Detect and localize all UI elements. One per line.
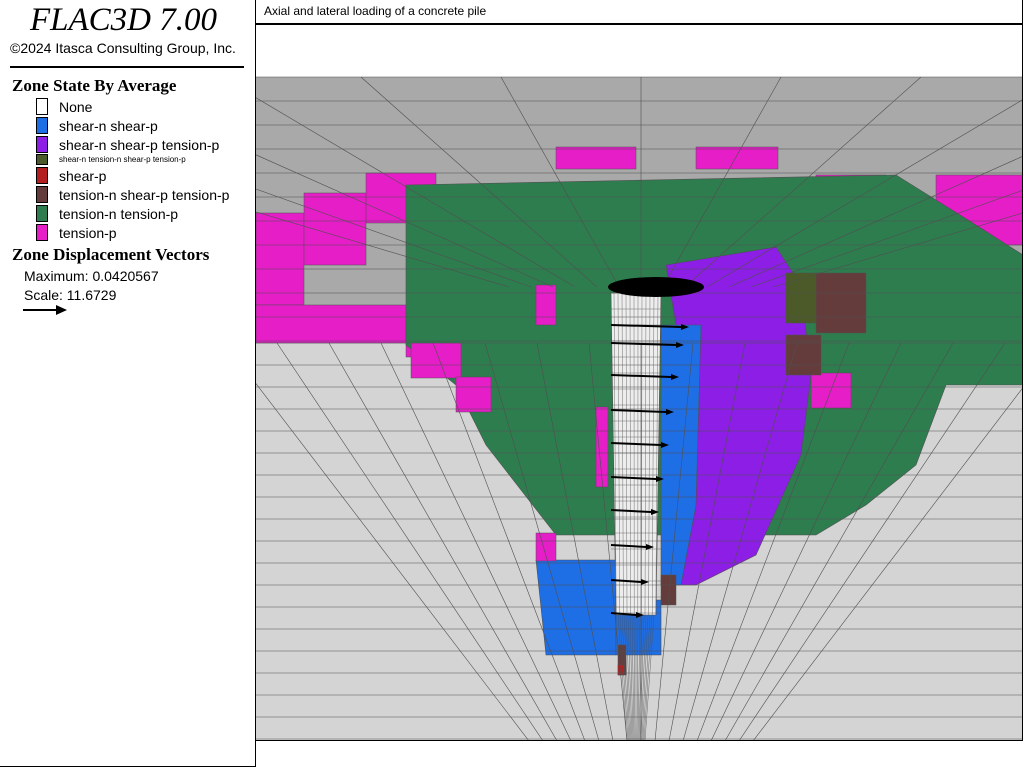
zone-region: [535, 559, 617, 656]
legend-swatch: [36, 167, 48, 184]
legend-item-label: tension-p: [59, 224, 117, 241]
legend-item-label: shear-n shear-p: [59, 117, 158, 134]
legend-item-label: tension-n shear-p tension-p: [59, 186, 230, 203]
zone-state-heading: Zone State By Average: [12, 76, 177, 95]
legend-item-shear-p: shear-p: [36, 166, 106, 185]
displacement-scale: Scale: 11.6729: [24, 287, 117, 303]
zone-cell: [695, 146, 779, 170]
legend-swatch: [36, 224, 48, 241]
legend-item-none: None: [36, 97, 92, 116]
legend-item-shear-n-shear-p: shear-n shear-p: [36, 116, 158, 135]
displacement-maximum: Maximum: 0.0420567: [24, 268, 159, 284]
view-title: Axial and lateral loading of a concrete …: [264, 4, 487, 18]
app-title: FLAC3D 7.00: [30, 2, 218, 38]
displacement-vectors-heading: Zone Displacement Vectors: [12, 245, 210, 264]
legend-swatch: [36, 154, 48, 165]
zone-cell: [455, 376, 492, 413]
vector-cluster: [608, 277, 704, 297]
legend-item-tension-p: tension-p: [36, 223, 117, 242]
legend-item-label: tension-n tension-p: [59, 205, 179, 222]
legend-item-label: None: [59, 98, 93, 115]
zone-cell: [555, 146, 637, 170]
zone-cell: [535, 284, 557, 326]
legend-swatch: [36, 98, 48, 115]
model-plot[interactable]: [256, 25, 1023, 741]
legend-item-tension-n-tension-p: tension-n tension-p: [36, 204, 178, 223]
legend-item-label: shear-n tension-n shear-p tension-p: [59, 155, 186, 164]
legend-item-tension-n-shear-p-tension-p: tension-n shear-p tension-p: [36, 185, 229, 204]
zone-cell: [815, 272, 867, 334]
view-title-bar: Axial and lateral loading of a concrete …: [256, 0, 1023, 25]
zone-cell: [410, 342, 462, 379]
copyright-text: ©2024 Itasca Consulting Group, Inc.: [10, 40, 236, 56]
legend-swatch: [36, 205, 48, 222]
right-arrow-icon: [23, 305, 67, 315]
title-divider: [10, 66, 244, 68]
model-viewport[interactable]: [256, 25, 1023, 741]
zone-cell: [256, 304, 407, 344]
zone-cell: [256, 212, 305, 306]
legend-swatch: [36, 117, 48, 134]
legend-item-label: shear-p: [59, 167, 107, 184]
flac3d-window: FLAC3D 7.00 ©2024 Itasca Consulting Grou…: [0, 0, 1024, 768]
legend-swatch: [36, 186, 48, 203]
legend-panel: FLAC3D 7.00 ©2024 Itasca Consulting Grou…: [0, 0, 256, 767]
